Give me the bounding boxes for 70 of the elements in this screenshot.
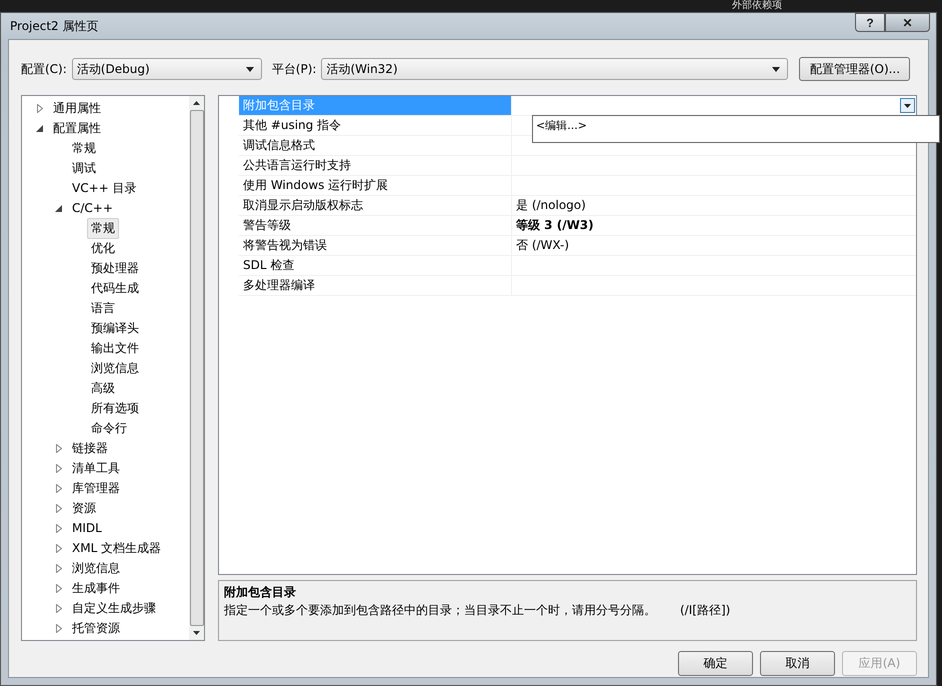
tree-item[interactable]: 常规: [87, 218, 119, 238]
property-name[interactable]: 其他 #using 指令: [239, 116, 512, 135]
property-value: 否 (/WX-): [516, 237, 570, 254]
tree-item[interactable]: VC++ 目录: [68, 178, 141, 198]
tree-item[interactable]: 预编译头: [87, 318, 143, 338]
scroll-down-icon[interactable]: [193, 631, 200, 635]
dropdown-option[interactable]: <编辑...>: [533, 116, 939, 135]
tree-item[interactable]: 高级: [87, 378, 119, 398]
tree-item[interactable]: 资源: [68, 498, 100, 518]
caret-icon: [772, 66, 780, 72]
collapsed-triangle-icon[interactable]: [56, 564, 62, 572]
tree-item[interactable]: 预处理器: [87, 258, 143, 278]
property-name[interactable]: 使用 Windows 运行时扩展: [239, 176, 512, 195]
compiler-option-text: (/I[路径]): [680, 602, 730, 619]
property-name[interactable]: 将警告视为错误: [239, 236, 512, 255]
collapsed-triangle-icon[interactable]: [36, 104, 42, 112]
expanded-triangle-icon[interactable]: [36, 124, 43, 132]
tree-item[interactable]: 语言: [87, 298, 119, 318]
description-title: 附加包含目录: [224, 584, 297, 601]
caret-icon: [246, 66, 254, 72]
tree-item[interactable]: 生成事件: [68, 578, 124, 598]
property-value: 是 (/nologo): [516, 197, 586, 214]
dialog-button[interactable]: 确定: [678, 651, 753, 676]
scroll-up-icon[interactable]: [193, 101, 200, 105]
config-label: 配置(C):: [21, 60, 67, 78]
config-manager-button[interactable]: 配置管理器(O)...: [799, 57, 910, 81]
platform-label: 平台(P):: [272, 60, 316, 78]
tree-item[interactable]: 链接器: [68, 438, 112, 458]
tree-item[interactable]: XML 文档生成器: [68, 538, 166, 558]
tree-item[interactable]: 代码生成: [87, 278, 143, 298]
tree-item[interactable]: 通用属性: [49, 98, 105, 118]
tree-item[interactable]: 托管资源: [68, 618, 124, 638]
config-dropdown[interactable]: 活动(Debug): [72, 58, 262, 80]
tree-item[interactable]: 库管理器: [68, 478, 124, 498]
tree-item[interactable]: 输出文件: [87, 338, 143, 358]
property-name[interactable]: SDL 检查: [239, 256, 512, 275]
tree-item[interactable]: 自定义生成步骤: [68, 598, 160, 618]
tree-item[interactable]: C/C++: [68, 199, 117, 217]
collapsed-triangle-icon[interactable]: [56, 624, 62, 632]
property-name[interactable]: 多处理器编译: [239, 276, 512, 295]
help-button[interactable]: ?: [855, 13, 885, 32]
collapsed-triangle-icon[interactable]: [56, 584, 62, 592]
property-value: 等级 3 (/W3): [516, 217, 594, 234]
collapsed-triangle-icon[interactable]: [56, 604, 62, 612]
window-title: Project2 属性页: [9, 18, 99, 34]
collapsed-triangle-icon[interactable]: [56, 524, 62, 532]
tree-item[interactable]: 配置属性: [49, 118, 105, 138]
dialog-button[interactable]: 取消: [760, 651, 835, 676]
tree-item[interactable]: 浏览信息: [87, 358, 143, 378]
platform-dropdown[interactable]: 活动(Win32): [321, 58, 788, 80]
close-button[interactable]: ✕: [885, 13, 930, 32]
collapsed-triangle-icon[interactable]: [56, 484, 62, 492]
collapsed-triangle-icon[interactable]: [56, 444, 62, 452]
tree-item[interactable]: 清单工具: [68, 458, 124, 478]
tree-item[interactable]: 命令行: [87, 418, 131, 438]
tree-item[interactable]: 常规: [68, 138, 100, 158]
collapsed-triangle-icon[interactable]: [56, 544, 62, 552]
tree-item[interactable]: 所有选项: [87, 398, 143, 418]
property-name[interactable]: 警告等级: [239, 216, 512, 235]
collapsed-triangle-icon[interactable]: [56, 464, 62, 472]
property-name[interactable]: 调试信息格式: [239, 136, 512, 155]
collapsed-triangle-icon[interactable]: [56, 504, 62, 512]
description-text: 指定一个或多个要添加到包含路径中的目录；当目录不止一个时，请用分号分隔。: [224, 602, 656, 619]
property-name[interactable]: 公共语言运行时支持: [239, 156, 512, 175]
tree-item[interactable]: 调试: [68, 158, 100, 178]
property-name[interactable]: 取消显示启动版权标志: [239, 196, 512, 215]
tree-item[interactable]: 优化: [87, 238, 119, 258]
expanded-triangle-icon[interactable]: [55, 204, 62, 212]
tree-item[interactable]: 浏览信息: [68, 558, 124, 578]
tree-item[interactable]: MIDL: [68, 519, 106, 537]
